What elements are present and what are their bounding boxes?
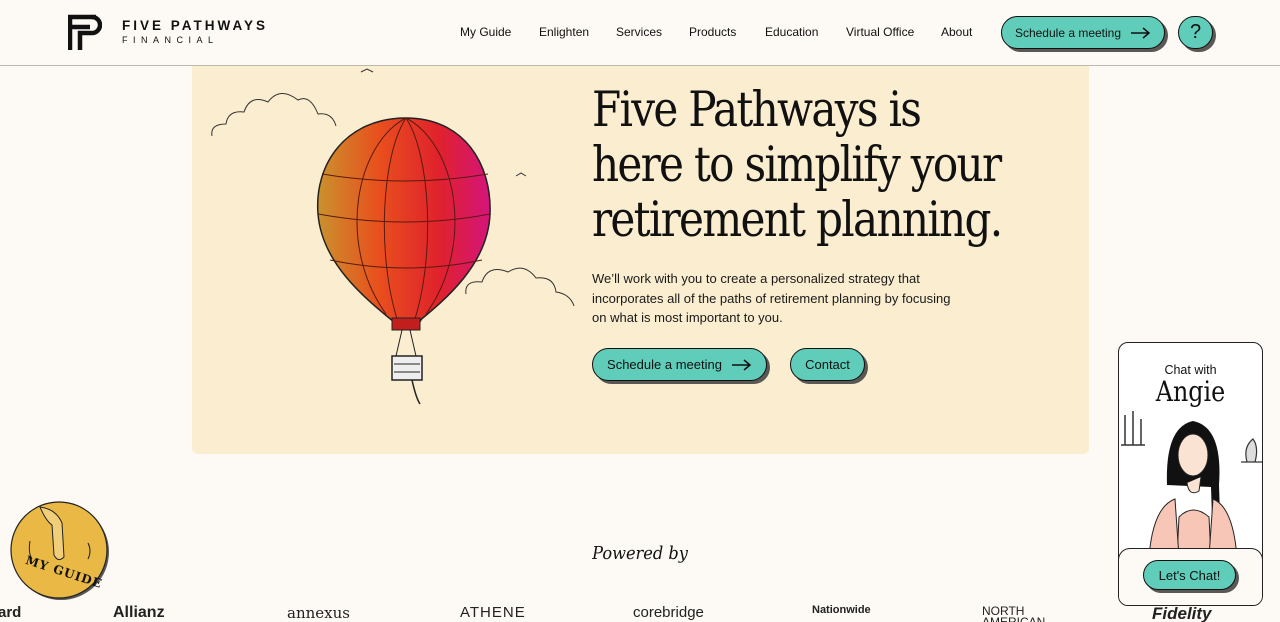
my-guide-badge[interactable]: MY GUIDE (10, 501, 110, 601)
brand-logo[interactable]: FIVE PATHWAYS FINANCIAL (68, 13, 268, 51)
hot-air-balloon-illustration (211, 68, 575, 405)
partner-logo-fidelity: Fidelity (1152, 604, 1212, 622)
nav-about[interactable]: About (941, 25, 972, 39)
partner-logo-allianz: Allianz (113, 604, 165, 621)
headline-line-3: retirement planning. (592, 191, 1003, 248)
partner-logo-vanguard: ard (0, 604, 22, 621)
nav-virtual-office[interactable]: Virtual Office (846, 25, 914, 39)
hero-schedule-button[interactable]: Schedule a meeting (592, 348, 767, 381)
lets-chat-button[interactable]: Let's Chat! (1143, 560, 1236, 590)
partner-logo-nationwide: Nationwide (812, 604, 871, 616)
arrow-right-icon (731, 358, 752, 371)
header-schedule-label: Schedule a meeting (1014, 25, 1122, 40)
site-header: FIVE PATHWAYS FINANCIAL My Guide Enlight… (0, 0, 1280, 66)
partner-logo-annexus: annexus (287, 604, 350, 622)
nav-enlighten[interactable]: Enlighten (539, 25, 589, 39)
fp-monogram-icon (68, 14, 102, 50)
hero-schedule-label: Schedule a meeting (607, 357, 722, 372)
hero-contact-label: Contact (805, 357, 850, 372)
partner-logo-corebridge: corebridge (633, 604, 704, 621)
nav-products[interactable]: Products (689, 25, 736, 39)
help-label: ? (1189, 21, 1202, 43)
description-line-1: We’ll work with you to create a personal… (592, 271, 920, 286)
headline-line-2: here to simplify your (592, 136, 1002, 193)
description-line-3: on what is most important to you. (592, 310, 783, 325)
chat-widget[interactable]: Chat with Angie Let's Chat! (1118, 342, 1263, 606)
header-schedule-button[interactable]: Schedule a meeting (1001, 16, 1165, 49)
partner-logo-north-american: NORTH AMERICAN (982, 604, 1046, 622)
lets-chat-label: Let's Chat! (1158, 567, 1221, 583)
agent-illustration (1121, 411, 1262, 557)
hero-headline: Five Pathways is here to simplify your r… (592, 81, 1003, 248)
arrow-right-icon (1131, 26, 1151, 39)
help-button[interactable]: ? (1178, 16, 1213, 49)
powered-by-heading: Powered by (592, 543, 688, 564)
brand-subtitle: FINANCIAL (122, 34, 219, 45)
nav-services[interactable]: Services (616, 25, 662, 39)
nav-education[interactable]: Education (765, 25, 818, 39)
hero-contact-button[interactable]: Contact (790, 348, 865, 381)
hero-description: We’ll work with you to create a personal… (592, 269, 972, 328)
description-line-2: incorporates all of the paths of retirem… (592, 290, 951, 306)
hero-section: Five Pathways is here to simplify your r… (192, 64, 1089, 454)
nav-my-guide[interactable]: My Guide (460, 25, 511, 39)
partner-logo-strip: ard Allianz annexus ATHENE corebridge Na… (0, 600, 1280, 622)
partner-logo-athene: ATHENE (460, 604, 526, 621)
headline-line-1: Five Pathways is (592, 81, 922, 138)
chat-agent-name: Angie (1155, 375, 1226, 408)
brand-title: FIVE PATHWAYS (122, 18, 269, 34)
